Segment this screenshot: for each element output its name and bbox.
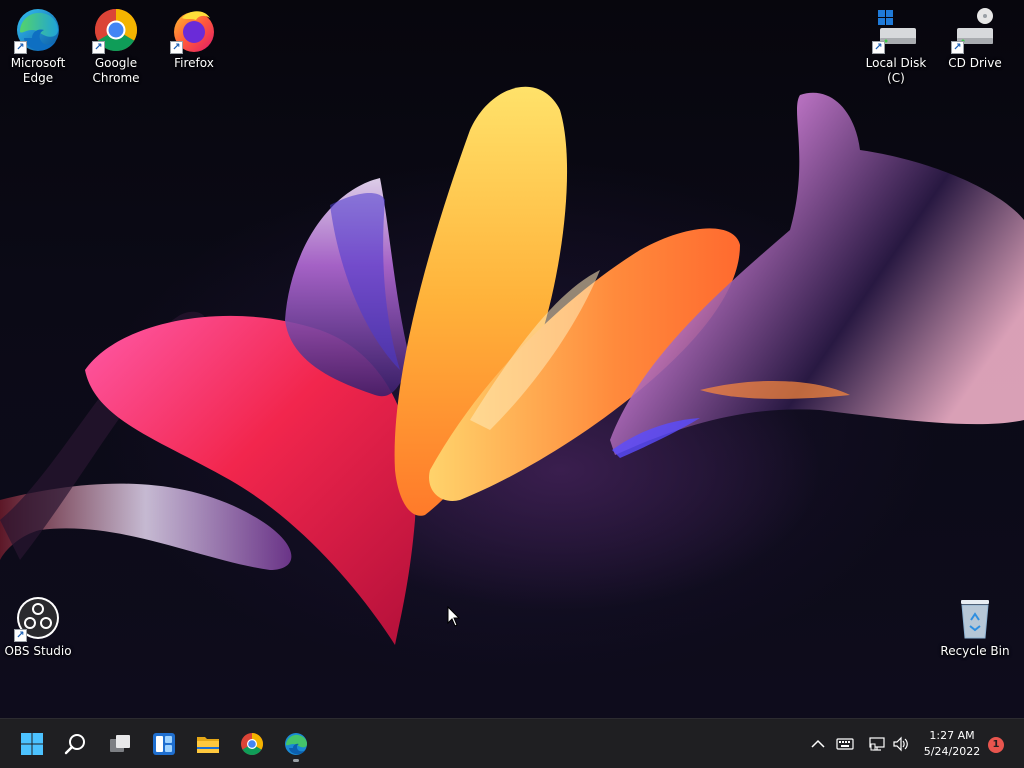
desktop[interactable]: ↗ Microsoft Edge ↗ Google Chrome ↗ Firef… (0, 0, 1024, 718)
recycle-bin-icon (961, 600, 989, 639)
volume-button[interactable] (891, 734, 911, 754)
shortcut-arrow-icon: ↗ (92, 41, 105, 54)
running-indicator (293, 759, 299, 762)
folder-icon (197, 737, 219, 753)
shortcut-arrow-icon: ↗ (14, 629, 27, 642)
desktop-icon-label: OBS Studio (4, 644, 72, 658)
shortcut-arrow-icon: ↗ (170, 41, 183, 54)
chrome-icon (241, 733, 263, 755)
chrome-taskbar-button[interactable] (233, 725, 271, 763)
search-button[interactable] (57, 725, 95, 763)
desktop-icon-label: CD Drive (948, 56, 1002, 70)
mouse-cursor-icon (447, 606, 461, 627)
desktop-icon-firefox[interactable]: ↗ Firefox (156, 6, 232, 71)
network-icon (869, 737, 885, 751)
task-view-button[interactable] (101, 725, 139, 763)
edge-taskbar-button[interactable] (277, 725, 315, 763)
search-icon (64, 734, 85, 755)
keyboard-button[interactable] (835, 734, 855, 754)
widgets-icon (153, 733, 175, 755)
keyboard-icon (836, 738, 854, 750)
chevron-up-icon (811, 739, 825, 748)
clock-button[interactable]: 1:27 AM 5/24/2022 (916, 728, 988, 760)
shortcut-arrow-icon: ↗ (14, 41, 27, 54)
notification-badge[interactable]: 1 (988, 737, 1004, 753)
shortcut-arrow-icon: ↗ (951, 41, 964, 54)
taskbar: 1:27 AM 5/24/2022 1 (0, 718, 1024, 768)
windows-start-icon (21, 733, 43, 755)
desktop-icon-recycle-bin[interactable]: Recycle Bin (937, 594, 1013, 659)
desktop-icon-microsoft-edge[interactable]: ↗ Microsoft Edge (0, 6, 76, 86)
widgets-button[interactable] (145, 725, 183, 763)
clock-date: 5/24/2022 (923, 745, 981, 758)
desktop-icon-label: Microsoft Edge (10, 56, 66, 85)
desktop-icon-google-chrome[interactable]: ↗ Google Chrome (78, 6, 154, 86)
desktop-icon-label: Firefox (174, 56, 214, 70)
network-button[interactable] (867, 734, 887, 754)
task-view-icon (110, 735, 130, 752)
shortcut-arrow-icon: ↗ (872, 41, 885, 54)
desktop-icon-label: Google Chrome (92, 56, 140, 85)
desktop-icon-label: Local Disk (C) (865, 56, 927, 85)
desktop-icon-cd-drive[interactable]: ↗ CD Drive (937, 6, 1013, 71)
show-hidden-icons-button[interactable] (808, 734, 828, 754)
wallpaper (0, 86, 1024, 645)
volume-icon (893, 736, 908, 752)
file-explorer-button[interactable] (189, 725, 227, 763)
edge-icon (285, 733, 307, 755)
desktop-icon-label: Recycle Bin (940, 644, 1010, 658)
desktop-icon-local-disk[interactable]: ↗ Local Disk (C) (858, 6, 934, 86)
clock-time: 1:27 AM (929, 729, 975, 742)
start-button[interactable] (13, 725, 51, 763)
desktop-icon-obs-studio[interactable]: ↗ OBS Studio (0, 594, 76, 659)
